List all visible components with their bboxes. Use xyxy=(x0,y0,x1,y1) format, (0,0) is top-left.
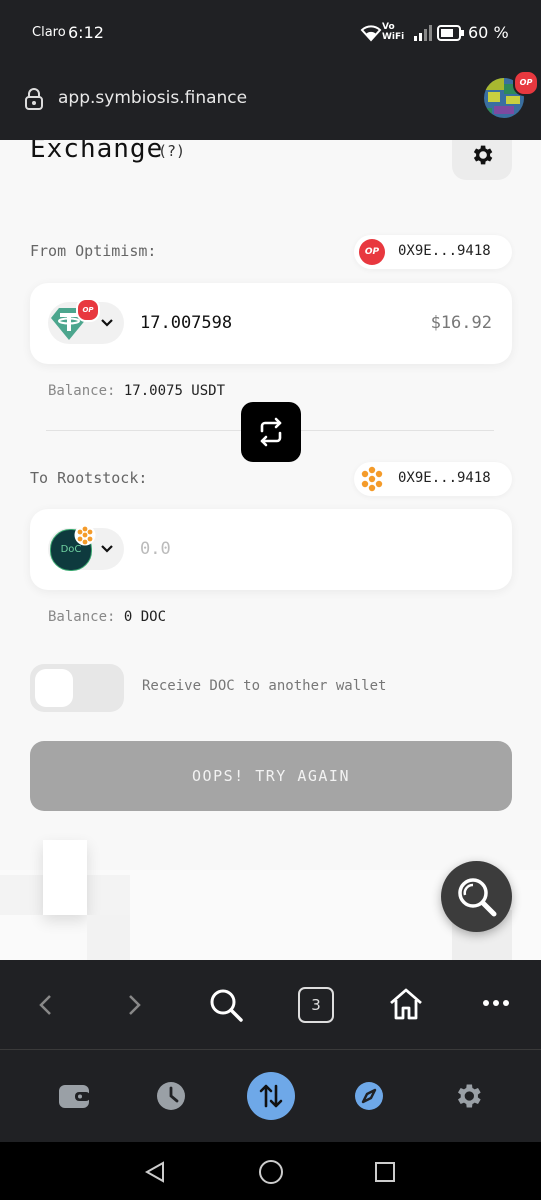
wifi-icon xyxy=(360,25,382,42)
optimism-chain-icon: OP xyxy=(359,239,385,265)
swap-direction-button[interactable] xyxy=(241,402,301,462)
chevron-down-icon xyxy=(101,319,113,327)
to-address: 0X9E...9418 xyxy=(398,470,491,486)
back-icon[interactable] xyxy=(36,993,56,1017)
footer-card xyxy=(43,840,87,915)
status-clock: 6:12 xyxy=(68,23,104,42)
carrier-name: Claro xyxy=(32,25,66,40)
settings-icon[interactable] xyxy=(452,1080,484,1112)
to-balance-label: Balance: xyxy=(48,609,116,625)
from-amount-card: OP 17.007598 $16.92 xyxy=(30,283,512,364)
wallet-icon[interactable] xyxy=(58,1082,90,1110)
from-network-label: From Optimism: xyxy=(30,242,157,260)
rootstock-chain-icon xyxy=(361,466,383,492)
to-wallet-pill[interactable]: 0X9E...9418 xyxy=(354,462,512,496)
help-icon[interactable]: (?) xyxy=(158,142,185,160)
footer-tile xyxy=(87,915,130,960)
op-token-badge: OP xyxy=(76,298,100,322)
swap-icon xyxy=(260,417,282,447)
op-badge: OP xyxy=(513,70,539,96)
system-home-icon[interactable] xyxy=(258,1159,284,1185)
submit-button[interactable]: OOPS! TRY AGAIN xyxy=(30,741,512,811)
from-token-select[interactable]: OP xyxy=(48,298,124,344)
receive-another-wallet-label: Receive DOC to another wallet xyxy=(142,678,387,694)
tabs-count-button[interactable]: 3 xyxy=(298,987,334,1023)
vowifi-indicator: Vo WiFi xyxy=(382,22,405,42)
from-balance-value: 17.0075 USDT xyxy=(123,383,226,399)
battery-icon xyxy=(437,25,464,41)
forward-icon[interactable] xyxy=(124,993,144,1017)
history-icon[interactable] xyxy=(156,1081,186,1111)
to-amount-card: DoC 0.0 xyxy=(30,509,512,590)
from-balance: Balance: 17.0075 USDT xyxy=(48,383,225,399)
to-balance: Balance: 0 DOC xyxy=(48,609,166,625)
search-icon[interactable] xyxy=(208,987,244,1023)
home-icon[interactable] xyxy=(387,986,425,1022)
to-token-select[interactable]: DoC xyxy=(48,524,124,571)
gear-icon xyxy=(473,145,493,165)
receive-another-wallet-toggle[interactable] xyxy=(30,664,124,712)
url-text[interactable]: app.symbiosis.finance xyxy=(58,88,247,108)
signal-icon xyxy=(414,25,432,41)
more-icon[interactable] xyxy=(482,998,510,1008)
settings-button[interactable] xyxy=(452,140,512,180)
exchange-tab[interactable] xyxy=(247,1072,295,1120)
system-back-icon[interactable] xyxy=(143,1160,167,1184)
floating-search-button[interactable] xyxy=(441,861,512,932)
wallet-tab-bar xyxy=(0,1050,541,1142)
exchange-icon xyxy=(259,1084,283,1108)
lock-icon xyxy=(25,88,43,110)
to-network-label: To Rootstock: xyxy=(30,469,148,487)
from-balance-label: Balance: xyxy=(48,383,116,399)
toggle-knob xyxy=(35,669,73,707)
to-amount-input[interactable]: 0.0 xyxy=(140,539,171,559)
from-amount-input[interactable]: 17.007598 xyxy=(140,313,232,333)
rootstock-token-badge xyxy=(74,524,96,546)
from-address: 0X9E...9418 xyxy=(398,243,491,259)
from-wallet-pill[interactable]: OP 0X9E...9418 xyxy=(354,235,512,269)
battery-percent: 60 % xyxy=(468,23,509,42)
browser-top-bar: Claro 6:12 Vo WiFi 60 % app.symbiosis.fi… xyxy=(0,0,541,140)
compass-icon[interactable] xyxy=(354,1081,384,1111)
system-recents-icon[interactable] xyxy=(374,1161,396,1183)
page-content: Exchange (?) From Optimism: OP 0X9E...94… xyxy=(0,140,541,960)
browser-nav-bar: 3 xyxy=(0,960,541,1050)
chevron-down-icon xyxy=(101,545,113,553)
page-title: Exchange xyxy=(30,140,164,164)
to-balance-value: 0 DOC xyxy=(123,609,167,625)
search-icon xyxy=(458,878,497,917)
system-nav-bar xyxy=(0,1142,541,1200)
from-usd-value: $16.92 xyxy=(430,313,492,333)
